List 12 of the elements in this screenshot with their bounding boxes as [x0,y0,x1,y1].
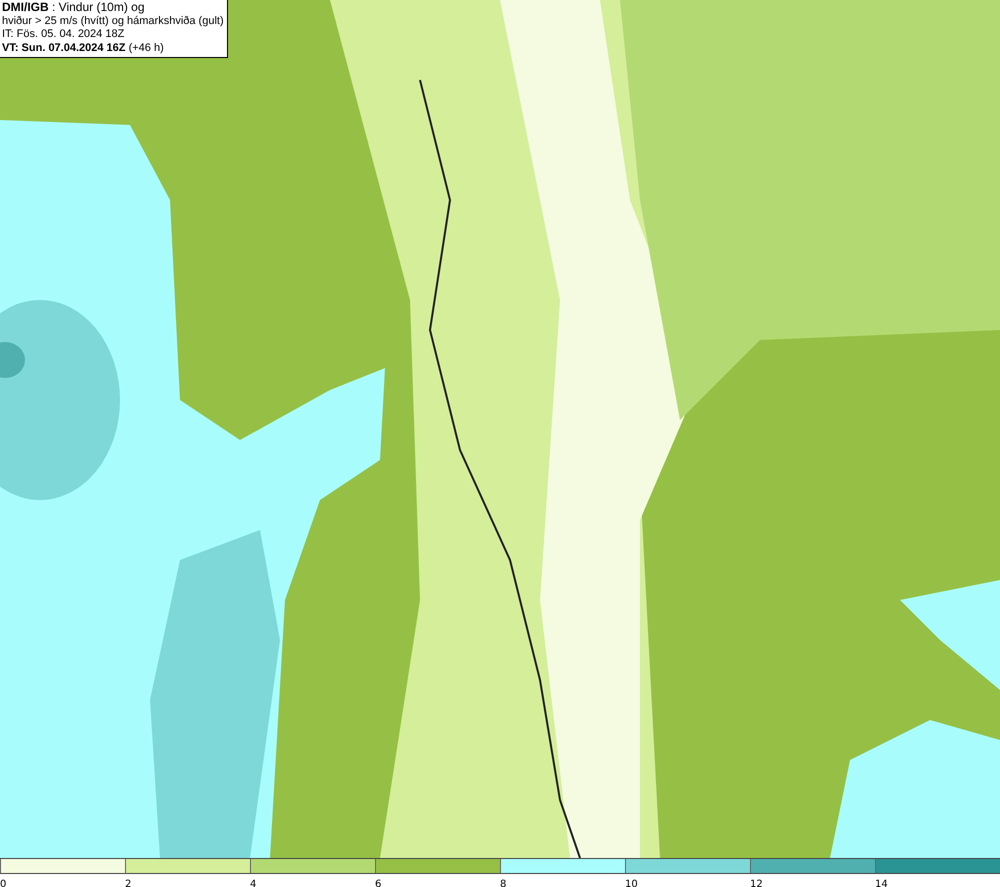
caption-line: VT: Sun. 07.04.2024 16Z (+46 h) [2,42,165,55]
legend-value: 8 [500,879,506,887]
legend-value: 2 [125,879,132,887]
legend-value: 12 [750,879,763,887]
legend-value: 0 [0,879,6,887]
legend-value: 10 [625,879,638,887]
legend-value: 4 [250,879,256,887]
legend-value: 14 [875,879,888,887]
caption-line: DMI/IGB : Vindur (10m) og [2,1,146,14]
legend-value: 6 [375,879,382,887]
caption-line: hviður > 25 m/s (hvítt) og hámarkshviða (gult) [2,14,224,28]
caption-line: IT: Fös. 05. 04. 2024 18Z [2,28,126,42]
